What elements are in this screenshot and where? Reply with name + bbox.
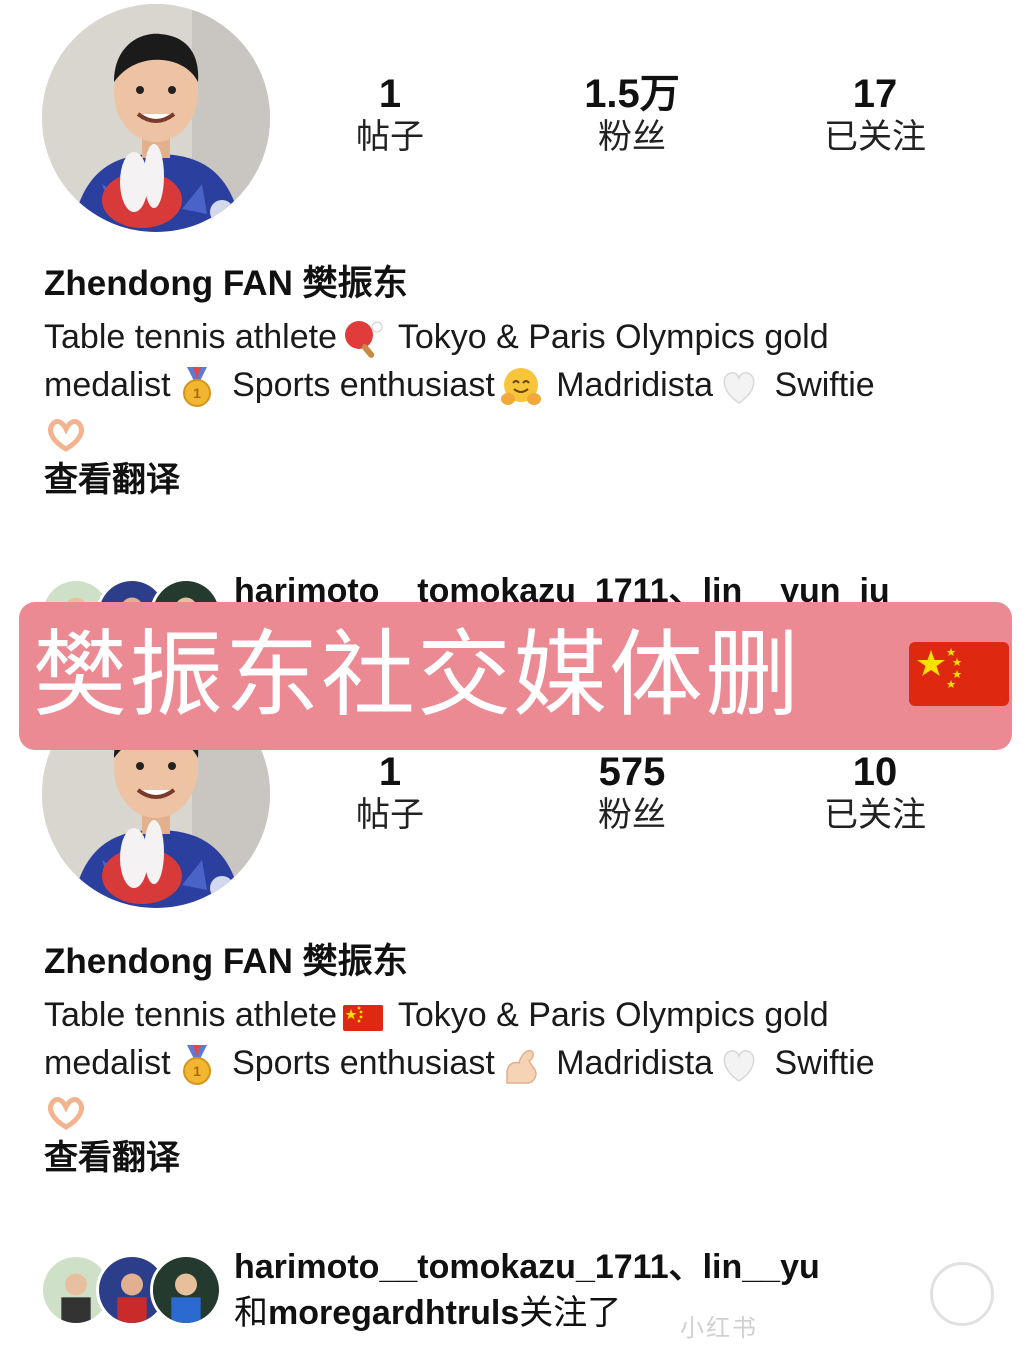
posts-label: 帖子 (356, 795, 424, 835)
hugging-face-icon (499, 365, 543, 409)
followed-by-suffix: 关注了 (519, 1294, 622, 1332)
followed-by-users[interactable]: harimoto__tomokazu_1711、lin__yu (234, 1244, 974, 1290)
stat-followers[interactable]: 575 粉丝 (552, 750, 712, 836)
bio-text: Tokyo & Paris Olympics gold (397, 996, 829, 1034)
caption-banner: 樊振东社交媒体删 (19, 602, 1012, 750)
china-flag-icon (341, 995, 385, 1039)
following-count: 17 (852, 72, 898, 116)
profile-bio: Table tennis athlete Tokyo & Paris Olymp… (44, 991, 994, 1135)
bio-text: Sports enthusiast (232, 1044, 495, 1082)
bio-text: Tokyo & Paris Olympics gold (397, 318, 829, 356)
followers-label: 粉丝 (598, 117, 666, 157)
bio-text: Sports enthusiast (232, 366, 495, 404)
followed-by-last-user[interactable]: moregardhtruls (268, 1294, 519, 1332)
bio-text: medalist (44, 1044, 171, 1082)
bio-line: Table tennis athlete Tokyo & Paris Olymp… (44, 313, 994, 361)
profile-name: Zhendong FAN 樊振东 (44, 264, 408, 303)
white-heart-icon (717, 365, 761, 409)
posts-count: 1 (378, 72, 402, 116)
stat-following[interactable]: 10 已关注 (795, 750, 955, 836)
watermark-badge (930, 1262, 994, 1326)
bio-text: Swiftie (774, 366, 875, 404)
stat-posts[interactable]: 1 帖子 (310, 72, 470, 158)
profile-header-before: 1 帖子 1.5万 粉丝 17 已关注 Zhendong FAN 樊振东 Tab… (0, 0, 1030, 650)
followers-count: 1.5万 (584, 72, 680, 116)
ping-pong-icon (341, 317, 385, 361)
followed-by-prefix: 和 (234, 1294, 268, 1332)
china-flag-icon (907, 638, 1011, 710)
follower-avatars (40, 1254, 222, 1330)
gold-medal-icon: 1 (175, 365, 219, 409)
bio-text: Madridista (556, 366, 714, 404)
bio-text: Table tennis athlete (44, 996, 337, 1034)
svg-text:1: 1 (193, 1063, 201, 1079)
heart-hands-icon (44, 1091, 88, 1135)
avatar-photo (42, 4, 270, 232)
svg-text:1: 1 (193, 385, 201, 401)
gold-medal-icon: 1 (175, 1043, 219, 1087)
see-translation-link[interactable]: 查看翻译 (44, 460, 180, 500)
bio-line: medalist 1 Sports enthusiast Madridista S… (44, 361, 994, 409)
bio-text: Madridista (556, 1044, 714, 1082)
following-label: 已关注 (824, 117, 926, 157)
bio-line (44, 1087, 994, 1135)
profile-avatar[interactable] (42, 4, 270, 232)
stat-posts[interactable]: 1 帖子 (310, 750, 470, 836)
following-label: 已关注 (824, 795, 926, 835)
following-count: 10 (852, 750, 898, 794)
bio-text: Table tennis athlete (44, 318, 337, 356)
profile-header-after: 1 帖子 575 粉丝 10 已关注 Zhendong FAN 樊振东 Tabl… (0, 680, 1030, 1372)
stat-following[interactable]: 17 已关注 (795, 72, 955, 158)
white-heart-icon (717, 1043, 761, 1087)
see-translation-link[interactable]: 查看翻译 (44, 1138, 180, 1178)
followers-count: 575 (598, 750, 666, 794)
follower-avatar (150, 1254, 222, 1326)
posts-count: 1 (378, 750, 402, 794)
stat-followers[interactable]: 1.5万 粉丝 (552, 72, 712, 158)
bio-line: medalist 1 Sports enthusiast Madridista S… (44, 1039, 994, 1087)
profile-name: Zhendong FAN 樊振东 (44, 942, 408, 981)
bio-text: medalist (44, 366, 171, 404)
bio-line (44, 409, 994, 457)
flexed-biceps-icon (499, 1043, 543, 1087)
followers-label: 粉丝 (598, 795, 666, 835)
followed-by-line2: 和moregardhtruls关注了 (234, 1290, 974, 1336)
posts-label: 帖子 (356, 117, 424, 157)
profile-bio: Table tennis athlete Tokyo & Paris Olymp… (44, 313, 994, 457)
heart-hands-icon (44, 413, 88, 457)
banner-title: 樊振东社交媒体删 (33, 621, 802, 730)
bio-line: Table tennis athlete Tokyo & Paris Olymp… (44, 991, 994, 1039)
followed-by-text: harimoto__tomokazu_1711、lin__yu 和moregar… (234, 1244, 974, 1336)
watermark-text: 小红书 (680, 1314, 758, 1342)
bio-text: Swiftie (774, 1044, 875, 1082)
